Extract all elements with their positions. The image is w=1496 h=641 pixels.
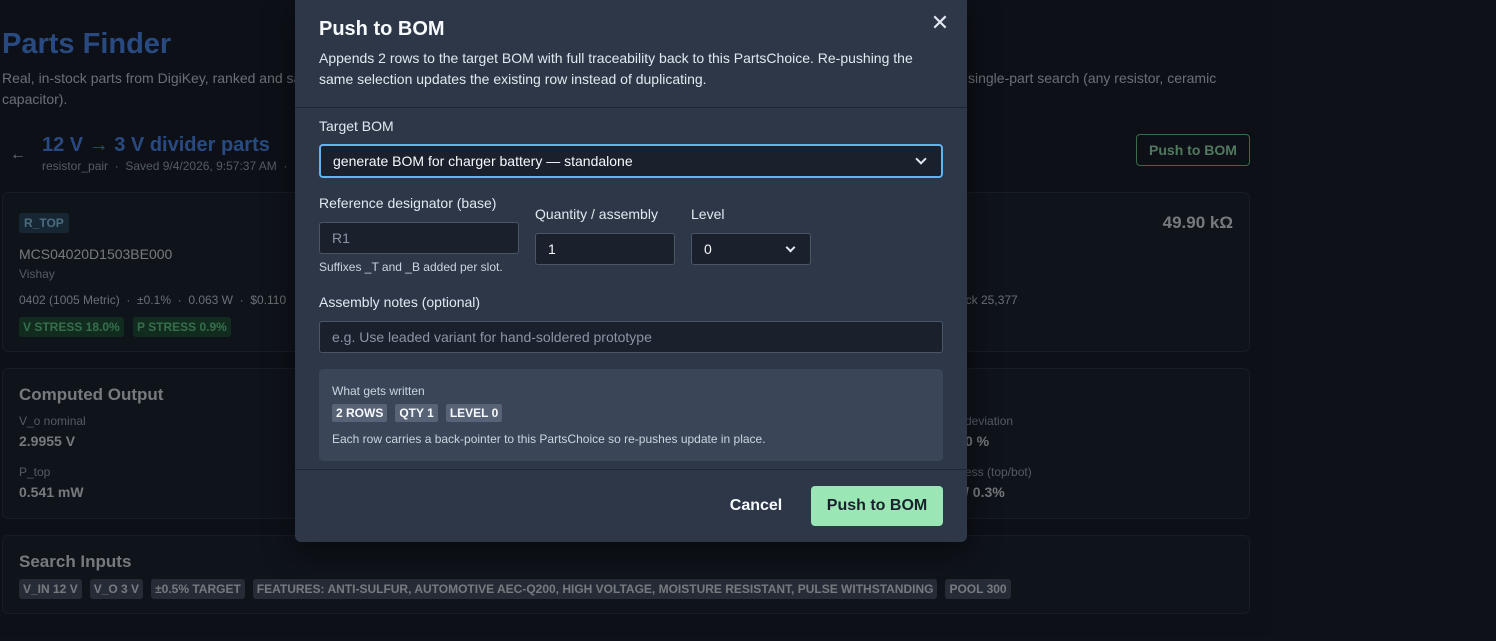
modal-divider — [295, 107, 967, 108]
refdes-label: Reference designator (base) — [319, 195, 497, 211]
chevron-down-icon — [915, 153, 927, 165]
refdes-hint: Suffixes _T and _B added per slot. — [319, 260, 503, 274]
modal-footer-divider — [295, 469, 967, 470]
level-select[interactable]: 0 — [691, 233, 811, 265]
summary-chip-qty: QTY 1 — [395, 404, 438, 422]
summary-chip-level: LEVEL 0 — [445, 404, 503, 422]
level-label: Level — [691, 206, 725, 222]
refdes-input[interactable]: R1 — [319, 222, 519, 254]
modal-title: Push to BOM — [319, 18, 445, 40]
target-bom-label: Target BOM — [319, 118, 394, 134]
summary-chip-rows: 2 ROWS — [332, 404, 388, 422]
quantity-input[interactable]: 1 — [535, 233, 675, 265]
push-to-bom-modal: Push to BOM ✕ Appends 2 rows to the targ… — [295, 0, 967, 542]
target-bom-select[interactable]: generate BOM for charger battery — stand… — [319, 144, 943, 178]
summary-title: What gets written — [332, 384, 425, 398]
write-summary: What gets written 2 ROWS QTY 1 LEVEL 0 E… — [319, 369, 943, 461]
summary-note: Each row carries a back-pointer to this … — [332, 432, 766, 446]
close-icon[interactable]: ✕ — [929, 12, 951, 34]
assembly-notes-input[interactable]: e.g. Use leaded variant for hand-soldere… — [319, 321, 943, 353]
notes-label: Assembly notes (optional) — [319, 294, 481, 310]
cancel-button[interactable]: Cancel — [719, 486, 793, 526]
level-value: 0 — [704, 241, 712, 257]
submit-push-button[interactable]: Push to BOM — [811, 486, 943, 526]
summary-chips: 2 ROWS QTY 1 LEVEL 0 — [332, 404, 503, 422]
modal-subtitle: Appends 2 rows to the target BOM with fu… — [319, 50, 913, 87]
target-bom-value: generate BOM for charger battery — stand… — [333, 153, 633, 169]
qty-label: Quantity / assembly — [535, 206, 658, 222]
chevron-down-icon — [785, 242, 796, 252]
